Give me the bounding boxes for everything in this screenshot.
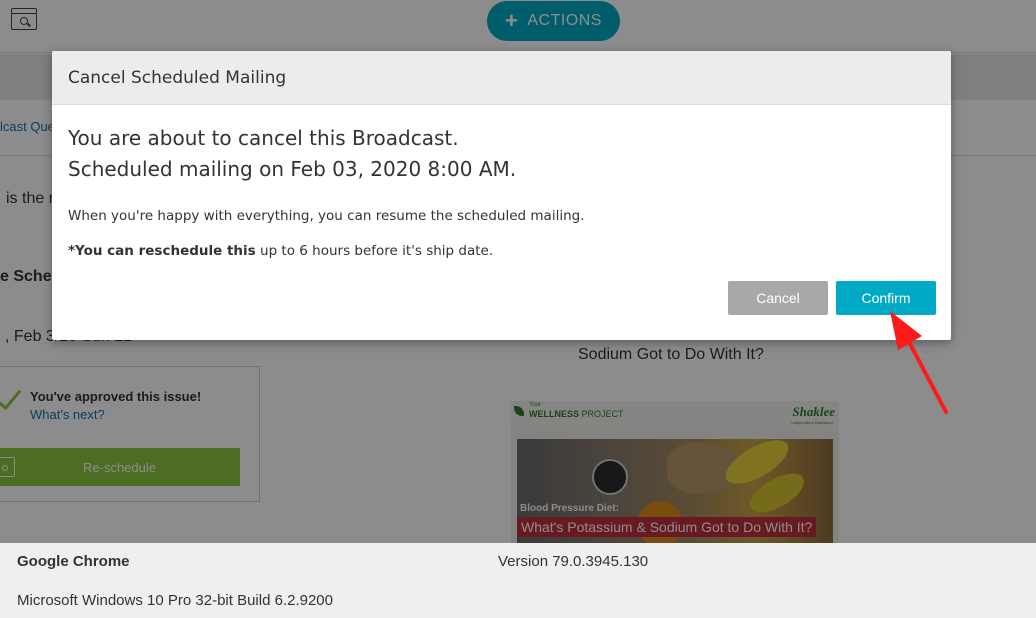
browser-version: Version 79.0.3945.130 <box>498 553 649 570</box>
dialog-body: You are about to cancel this Broadcast. … <box>68 123 928 259</box>
system-info-footer: Google Chrome Version 79.0.3945.130 Micr… <box>0 543 1036 618</box>
dialog-reschedule-note: *You can reschedule this up to 6 hours b… <box>68 243 928 259</box>
os-info: Microsoft Windows 10 Pro 32-bit Build 6.… <box>17 592 333 609</box>
confirm-button[interactable]: Confirm <box>836 281 936 315</box>
dialog-reschedule-note-rest: up to 6 hours before it's ship date. <box>255 243 494 259</box>
cancel-mailing-dialog: Cancel Scheduled Mailing You are about t… <box>52 51 951 340</box>
browser-name: Google Chrome <box>17 553 130 570</box>
dialog-headline-line2: Scheduled mailing on Feb 03, 2020 8:00 A… <box>68 157 517 181</box>
dialog-note: When you're happy with everything, you c… <box>68 208 585 224</box>
dialog-reschedule-note-bold: *You can reschedule this <box>68 243 256 259</box>
dialog-title: Cancel Scheduled Mailing <box>68 68 287 88</box>
dialog-headline-line1: You are about to cancel this Broadcast. <box>68 126 459 150</box>
dialog-header: Cancel Scheduled Mailing <box>52 51 951 105</box>
cancel-button[interactable]: Cancel <box>728 281 828 315</box>
